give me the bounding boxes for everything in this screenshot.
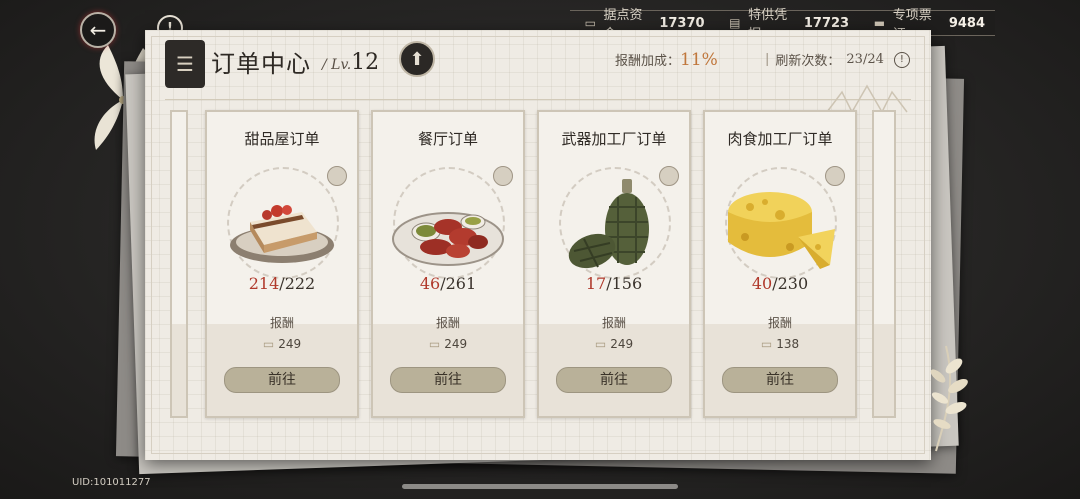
voucher-icon: ▤: [729, 16, 741, 30]
order-center-panel: ☰ 订单中心 / Lv.12 ⬆ 报酬加成：11% | 刷新次数： 23/24 …: [145, 30, 931, 460]
reward-value: 249: [278, 337, 302, 351]
order-card-partial-right[interactable]: [872, 110, 896, 418]
cake-icon: [230, 205, 334, 263]
ticket-icon: ▭: [428, 337, 441, 351]
ticket-icon: ▭: [262, 337, 275, 351]
go-button[interactable]: 前往: [224, 367, 340, 393]
order-progress: 214/222: [207, 274, 357, 293]
reward-label: 报酬: [767, 316, 792, 330]
order-card[interactable]: 肉食加工厂订单 40/230 报酬 ▭ 138 前往: [703, 110, 857, 418]
reward-amount: ▭ 138: [705, 337, 855, 351]
reward-amount: ▭ 249: [207, 337, 357, 351]
go-button[interactable]: 前往: [556, 367, 672, 393]
ticket-icon: ▭: [760, 337, 773, 351]
order-progress: 46/261: [373, 274, 523, 293]
progress-current: 46: [419, 274, 441, 293]
order-card[interactable]: 武器加工厂订单 17/156 报酬 ▭ 249 前往: [537, 110, 691, 418]
reward-value: 138: [776, 337, 800, 351]
ticket-icon: ▭: [594, 337, 607, 351]
help-icon[interactable]: !: [893, 51, 910, 68]
level-label: / Lv.12: [322, 50, 379, 75]
currency-value: 9484: [948, 15, 985, 31]
reward-amount: ▭ 249: [539, 337, 689, 351]
bonus-label: 报酬加成：: [615, 54, 681, 69]
refresh-value: 23/24: [846, 52, 884, 67]
level-value: 12: [351, 50, 380, 75]
progress-total: /156: [606, 274, 643, 293]
order-name: 肉食加工厂订单: [727, 130, 833, 148]
upgrade-button[interactable]: ⬆: [399, 41, 435, 77]
bonus-value: 11%: [680, 50, 718, 70]
order-name: 武器加工厂订单: [561, 130, 667, 148]
currency-value: 17723: [803, 15, 850, 31]
reward-value: 249: [444, 337, 468, 351]
order-progress: 40/230: [705, 274, 855, 293]
progress-total: /222: [279, 274, 316, 293]
progress-total: /230: [772, 274, 809, 293]
laurel-decoration: [930, 345, 968, 452]
order-card[interactable]: 甜品屋订单 214/222 报酬 ▭ 249 前往: [205, 110, 359, 418]
progress-current: 214: [248, 274, 280, 293]
progress-total: /261: [440, 274, 477, 293]
ticket-icon: ▭: [584, 16, 596, 30]
order-card-partial-left[interactable]: [170, 110, 188, 418]
level-prefix: / Lv.: [322, 57, 352, 73]
progress-current: 17: [585, 274, 607, 293]
order-name: 甜品屋订单: [244, 130, 320, 148]
reward-bonus: 报酬加成：11%: [615, 50, 718, 70]
grenade-icon: [568, 179, 649, 269]
back-arrow-icon: ←: [89, 18, 107, 42]
progress-current: 40: [751, 274, 773, 293]
order-card[interactable]: 餐厅订单 46/261 报酬 ▭ 249 前往: [371, 110, 525, 418]
cheese-icon: [728, 192, 835, 269]
reward-amount: ▭ 249: [373, 337, 523, 351]
scroll-icon: ☰: [165, 40, 205, 88]
reward-label: 报酬: [601, 316, 626, 330]
go-button[interactable]: 前往: [722, 367, 838, 393]
refresh-count: | 刷新次数： 23/24 !: [765, 50, 910, 69]
platter-icon: [392, 212, 504, 266]
arrow-up-icon: ⬆: [409, 48, 425, 70]
back-button[interactable]: ←: [80, 12, 116, 48]
refresh-label: 刷新次数：: [775, 54, 841, 69]
order-name: 餐厅订单: [417, 130, 478, 148]
home-indicator[interactable]: [402, 484, 678, 489]
order-progress: 17/156: [539, 274, 689, 293]
uid-label: UID:101011277: [72, 477, 151, 488]
go-button[interactable]: 前往: [390, 367, 506, 393]
bill-icon: ▬: [873, 16, 886, 30]
reward-label: 报酬: [435, 316, 460, 330]
reward-label: 报酬: [269, 316, 294, 330]
page-title: 订单中心: [211, 50, 311, 78]
currency-value: 17370: [659, 15, 705, 31]
reward-value: 249: [610, 337, 634, 351]
